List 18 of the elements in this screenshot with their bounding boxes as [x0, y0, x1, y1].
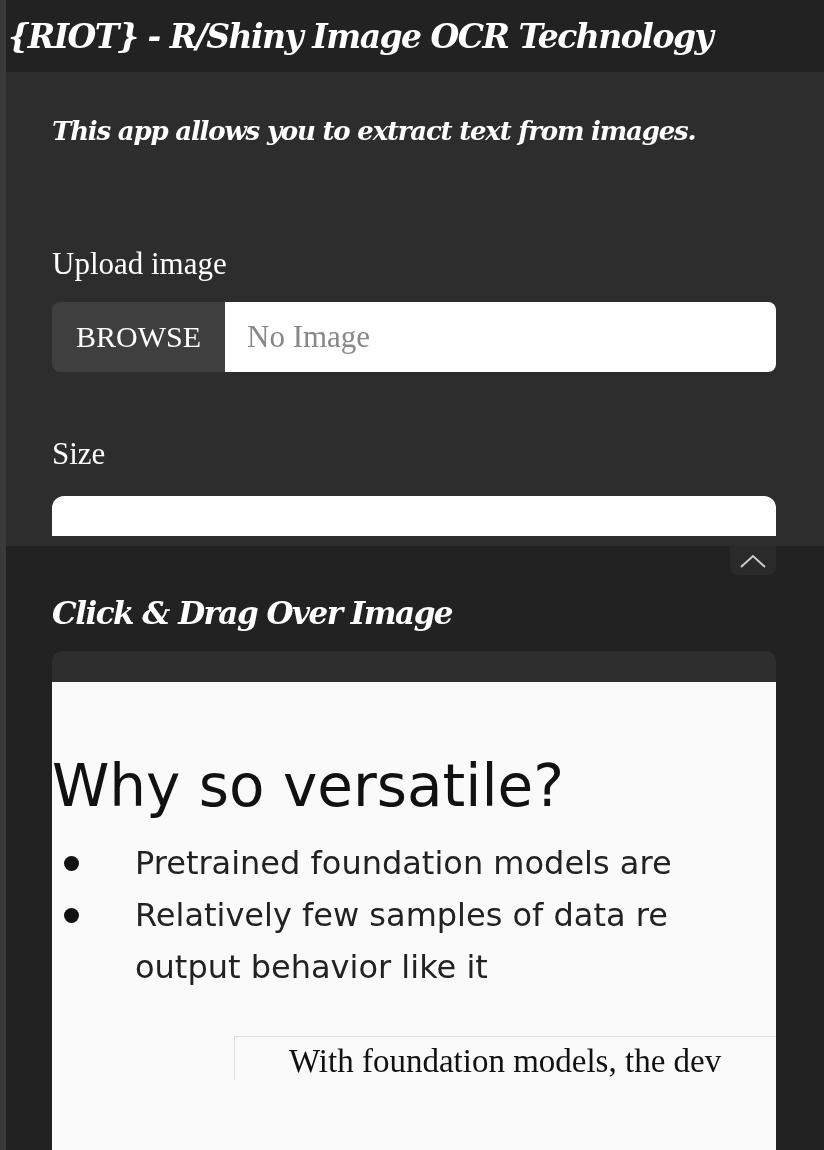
slide-image[interactable]: Why so versatile? Pretrained foundation models are Relatively few samples of data re output behavior like it With foundation models, the dev [52, 682, 776, 1150]
slide-text: Pretrained foundation models are [135, 844, 672, 882]
chevron-up-icon [739, 552, 767, 569]
collapse-button[interactable] [730, 546, 776, 575]
intro-text: This app allows you to extract text from images. [52, 116, 697, 146]
slide-text: output behavior like it [135, 948, 488, 986]
size-label: Size [52, 436, 107, 472]
app-title: {RIOT} - R/Shiny Image OCR Technology [8, 16, 713, 56]
file-name-field[interactable]: No Image [225, 302, 776, 372]
browse-button[interactable]: BROWSE [52, 302, 225, 372]
bullet-icon [64, 907, 79, 923]
slide-title: Why so versatile? [52, 752, 566, 820]
bullet-icon [64, 855, 79, 871]
upload-label: Upload image [52, 246, 228, 282]
slide-text: Relatively few samples of data re [135, 896, 668, 934]
quote-text: With foundation models, the dev [234, 1036, 776, 1080]
panel-heading: Click & Drag Over Image [52, 595, 454, 631]
size-field[interactable] [52, 496, 776, 536]
